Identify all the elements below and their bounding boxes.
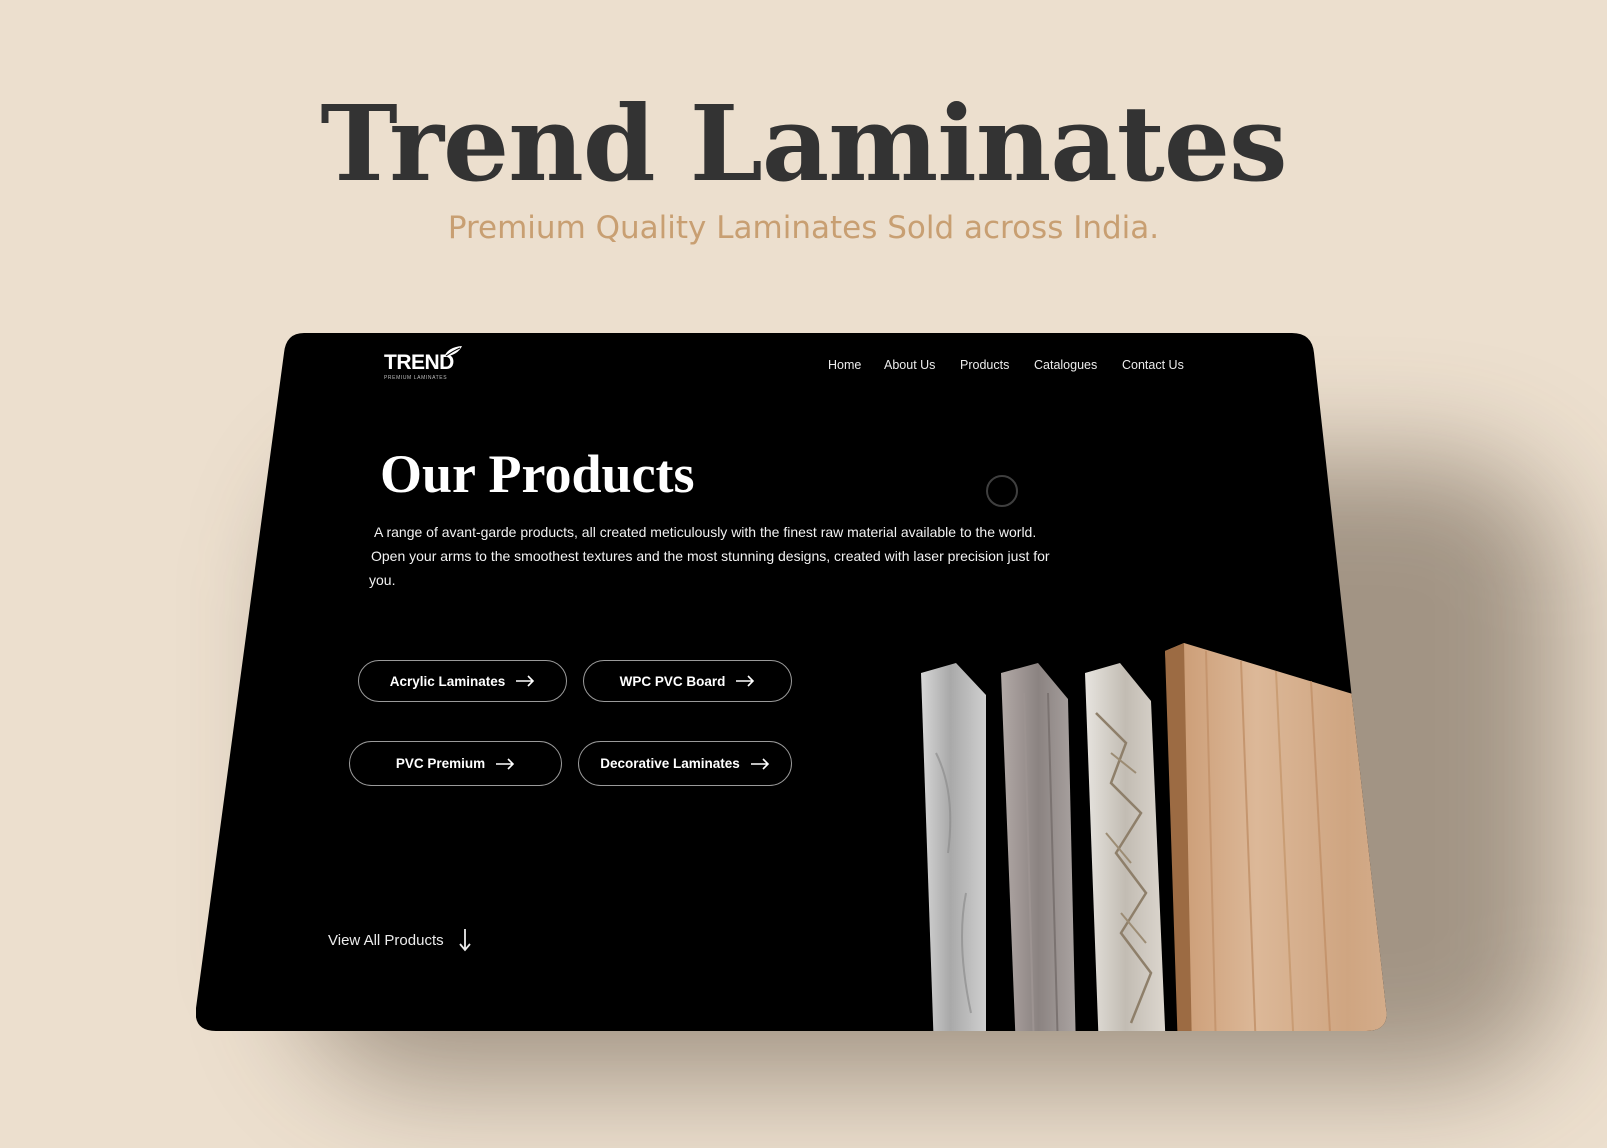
description-line: A range of avant-garde products, all cre… [374,524,1037,540]
wpc-pvc-board-button[interactable]: WPC PVC Board [583,660,792,702]
button-label: Acrylic Laminates [389,673,506,689]
button-label: Decorative Laminates [600,756,740,771]
description-line: you. [369,572,396,588]
nav-item-products[interactable]: Products [960,358,1009,372]
arrow-right-icon [516,675,535,687]
button-label: WPC PVC Board [619,673,726,689]
arrow-down-icon [458,929,471,952]
nav-item-home[interactable]: Home [828,358,861,372]
acrylic-laminates-button[interactable]: Acrylic Laminates [358,660,567,702]
cursor-ring [986,475,1018,507]
hero-tagline: Premium Quality Laminates Sold across In… [447,210,1160,246]
pvc-premium-button[interactable]: PVC Premium [349,741,562,786]
nav-item-catalogues[interactable]: Catalogues [1034,358,1097,372]
view-all-products-link[interactable]: View All Products [328,928,472,952]
decorative-laminates-button[interactable]: Decorative Laminates [578,741,792,786]
arrow-right-icon [736,675,755,687]
arrow-right-icon [496,757,515,770]
view-all-label: View All Products [328,931,444,949]
nav-item-contact-us[interactable]: Contact Us [1122,358,1184,372]
button-label: PVC Premium [395,756,486,771]
description-line: Open your arms to the smoothest textures… [371,548,1050,564]
nav-item-about-us[interactable]: About Us [884,358,935,372]
hero-title: Trend Laminates [320,82,1287,205]
website-mockup: TREND PREMIUM LAMINATES Home About Us Pr… [196,333,1410,1051]
main-nav: Home About Us Products Catalogues Contac… [196,358,1196,378]
page-title: Our Products [380,444,695,504]
arrow-right-icon [750,757,769,770]
leaf-icon [444,346,462,357]
